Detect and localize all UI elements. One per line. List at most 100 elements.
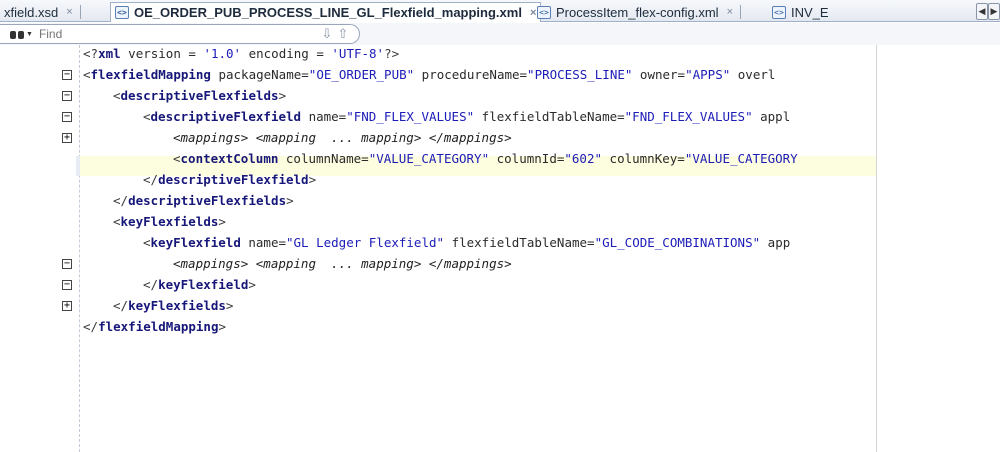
fold-collapse-icon[interactable]: − (62, 91, 72, 101)
code-token: </ (143, 172, 159, 187)
code-token: app (760, 235, 791, 250)
code-token: descriptiveFlexfields (128, 193, 287, 208)
find-next-icon[interactable]: ⇩ (319, 26, 335, 42)
tab-scroll-buttons: ◀ ▶ (976, 3, 1000, 20)
chevron-right-icon[interactable]: ▶ (988, 3, 1000, 20)
code-token: appl (752, 109, 791, 124)
code-line[interactable]: <descriptiveFlexfield name="FND_FLEX_VAL… (143, 107, 790, 126)
code-line[interactable]: <flexfieldMapping packageName="OE_ORDER_… (83, 65, 775, 84)
code-token: 'UTF-8' (331, 46, 385, 61)
tab-divider (740, 5, 741, 19)
tab-xfield-xsd[interactable]: xfield.xsd × (0, 2, 85, 22)
code-token: keyFlexfields (120, 214, 219, 229)
fold-expand-icon[interactable]: + (62, 133, 72, 143)
close-icon[interactable]: × (727, 6, 733, 18)
code-line[interactable]: <mappings> <mapping ... mapping> </mappi… (173, 254, 512, 273)
chevron-down-icon[interactable]: ▼ (26, 31, 33, 38)
code-token: descriptiveFlexfields (120, 88, 279, 103)
find-box: ▼ ⇩ ⇧ (0, 24, 360, 44)
code-token: > (218, 319, 227, 334)
find-navigation: ⇩ ⇧ (319, 26, 351, 42)
code-token: encoding = (241, 46, 332, 61)
close-icon[interactable]: × (66, 6, 72, 18)
xml-file-icon: <> (772, 5, 786, 19)
tab-oe-order-pub-mapping[interactable]: <> OE_ORDER_PUB_PROCESS_LINE_GL_Flexfiel… (110, 2, 542, 22)
code-line[interactable]: <?xml version = '1.0' encoding = 'UTF-8'… (83, 44, 399, 63)
code-token: < (143, 235, 151, 250)
code-token: > (308, 172, 317, 187)
find-bar: ▼ ⇩ ⇧ (0, 23, 1000, 45)
collapsed-code: <mappings> <mapping ... mapping> </mappi… (173, 130, 512, 145)
code-token: keyFlexfield (158, 277, 249, 292)
code-token: "APPS" (685, 67, 731, 82)
gutter-line-highlight (76, 156, 80, 176)
code-token: > (248, 277, 256, 292)
code-token: version = (120, 46, 204, 61)
code-token: "FND_FLEX_VALUES" (346, 109, 475, 124)
code-token: "GL_CODE_COMBINATIONS" (594, 235, 761, 250)
xml-file-icon: <> (115, 6, 129, 19)
find-previous-icon[interactable]: ⇧ (335, 26, 351, 42)
code-token: <? (83, 46, 99, 61)
code-token: > (225, 298, 234, 313)
code-line[interactable]: <keyFlexfields> (113, 212, 226, 231)
code-line[interactable]: </keyFlexfields> (113, 296, 233, 315)
tab-label: ProcessItem_flex-config.xml (556, 4, 719, 20)
fold-expand-icon[interactable]: + (62, 301, 72, 311)
code-token: keyFlexfields (128, 298, 226, 313)
tab-label: OE_ORDER_PUB_PROCESS_LINE_GL_Flexfield_m… (134, 5, 522, 20)
code-line[interactable]: </descriptiveFlexfields> (113, 191, 294, 210)
code-token: keyFlexfield (150, 235, 241, 250)
code-line[interactable]: <contextColumn columnName="VALUE_CATEGOR… (173, 149, 798, 168)
code-token: < (143, 109, 151, 124)
fold-collapse-icon[interactable]: − (62, 112, 72, 122)
code-token: flexfieldMapping (90, 67, 211, 82)
code-token: procedureName= (414, 67, 528, 82)
code-token: descriptiveFlexfield (158, 172, 309, 187)
code-token: < (113, 88, 121, 103)
code-token: < (83, 67, 91, 82)
fold-collapse-icon[interactable]: − (62, 259, 72, 269)
code-line[interactable]: </flexfieldMapping> (83, 317, 226, 336)
code-line[interactable]: <keyFlexfield name="GL Ledger Flexfield"… (143, 233, 790, 252)
right-margin-guide (876, 45, 877, 452)
xml-file-icon: <> (537, 5, 551, 19)
code-token: packageName= (210, 67, 309, 82)
code-token: overl (730, 67, 776, 82)
binoculars-icon[interactable] (10, 28, 24, 40)
code-token: "VALUE_CATEGORY" (368, 151, 490, 166)
code-line[interactable]: <descriptiveFlexfields> (113, 86, 286, 105)
tab-label: xfield.xsd (4, 4, 59, 20)
code-token: columnId= (489, 151, 565, 166)
tab-label: INV_E (791, 4, 829, 20)
code-editor[interactable]: − − − + − − + <?xml version = '1.0' enco… (0, 45, 1000, 452)
code-line[interactable]: <mappings> <mapping ... mapping> </mappi… (173, 128, 512, 147)
code-token: columnKey= (602, 151, 685, 166)
code-token: "GL Ledger Flexfield" (286, 235, 445, 250)
tab-processitem-flex-config[interactable]: <> ProcessItem_flex-config.xml × (533, 2, 745, 22)
gutter-divider (79, 45, 80, 452)
code-token: </ (113, 193, 129, 208)
code-token: > (218, 214, 226, 229)
code-token: "VALUE_CATEGORY (684, 151, 798, 166)
code-token: < (173, 151, 181, 166)
code-token: descriptiveFlexfield (150, 109, 302, 124)
code-token: ?> (384, 46, 400, 61)
tab-divider (79, 5, 81, 19)
code-token: flexfieldMapping (98, 319, 219, 334)
code-line[interactable]: </descriptiveFlexfield> (143, 170, 316, 189)
find-input[interactable] (36, 26, 237, 42)
code-token: name= (301, 109, 347, 124)
fold-collapse-icon[interactable]: − (62, 70, 72, 80)
code-token: "602" (564, 151, 603, 166)
code-token: owner= (632, 67, 686, 82)
chevron-left-icon[interactable]: ◀ (976, 3, 988, 20)
code-token: </ (143, 277, 159, 292)
code-line[interactable]: </keyFlexfield> (143, 275, 256, 294)
tab-inv-e[interactable]: <> INV_E (768, 2, 833, 22)
collapsed-code: <mappings> <mapping ... mapping> </mappi… (173, 256, 512, 271)
code-token: </ (83, 319, 99, 334)
fold-collapse-icon[interactable]: − (62, 280, 72, 290)
code-token: "PROCESS_LINE" (527, 67, 633, 82)
code-token: flexfieldTableName= (474, 109, 625, 124)
